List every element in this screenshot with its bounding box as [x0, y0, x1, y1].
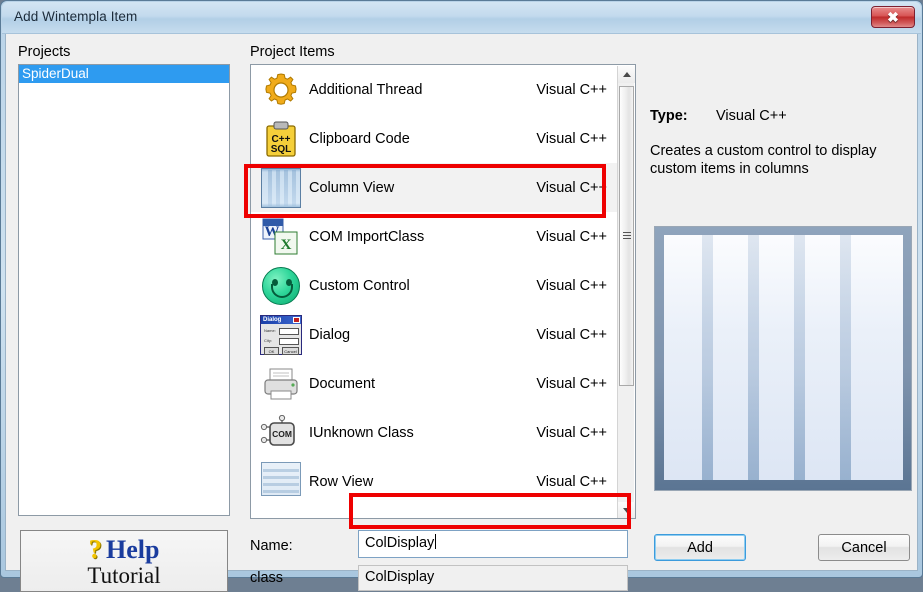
project-items-listbox[interactable]: Additional Thread Visual C++ C++ SQL Cli…: [250, 64, 636, 519]
list-item-type: Visual C++: [536, 81, 607, 98]
list-item-name: Dialog: [309, 326, 351, 343]
scroll-up-arrow-icon[interactable]: [618, 66, 635, 83]
list-item-type: Visual C++: [536, 424, 607, 441]
help-heading: ? Help: [88, 533, 160, 564]
dialog-window: Add Wintempla Item ✖ Projects SpiderDual…: [0, 0, 923, 592]
tutorial-label: Tutorial: [87, 562, 161, 588]
list-item[interactable]: W X COM ImportClass Visual C++: [251, 212, 619, 261]
name-input-value: ColDisplay: [365, 535, 435, 551]
list-item-name: Custom Control: [309, 277, 410, 294]
list-item-name: Column View: [309, 179, 395, 196]
name-label: Name:: [250, 538, 293, 554]
list-item-type: Visual C++: [536, 375, 607, 392]
svg-text:COM: COM: [272, 429, 292, 439]
text-caret: [435, 534, 437, 549]
dialog-icon-ok: OK: [264, 346, 279, 355]
class-value-readonly: ColDisplay: [358, 565, 628, 591]
name-input[interactable]: ColDisplay: [358, 530, 628, 558]
projects-label: Projects: [18, 44, 71, 60]
vertical-scrollbar[interactable]: [617, 66, 635, 518]
dialog-icon-cancel: Cancel: [282, 346, 299, 355]
word-excel-icon: W X: [257, 215, 303, 259]
list-item[interactable]: Custom Control Visual C++: [251, 261, 619, 310]
dialog-icon-city-row: City:: [264, 337, 272, 343]
title-bar: Add Wintempla Item ✖: [2, 2, 921, 34]
scrollbar-grip-icon: [623, 232, 631, 240]
list-item[interactable]: COM IUnknown Class Visual C++: [251, 408, 619, 457]
list-item-type: Visual C++: [536, 326, 607, 343]
type-value: Visual C++: [716, 108, 787, 124]
list-item[interactable]: Additional Thread Visual C++: [251, 65, 619, 114]
class-label: class: [250, 570, 284, 586]
gear-icon: [257, 68, 303, 112]
list-item-name: COM ImportClass: [309, 228, 425, 245]
preview-column-view: [664, 235, 903, 480]
com-chip-icon: COM: [257, 411, 303, 455]
list-item-name: Document: [309, 375, 376, 392]
project-item-spiderdual[interactable]: SpiderDual: [19, 65, 229, 83]
add-button[interactable]: Add: [654, 534, 746, 561]
list-item[interactable]: C++ SQL Clipboard Code Visual C++: [251, 114, 619, 163]
list-item[interactable]: Document Visual C++: [251, 359, 619, 408]
clipboard-cpp-sql-icon: C++ SQL: [257, 117, 303, 161]
list-item-name: Row View: [309, 473, 374, 490]
help-tutorial-button[interactable]: ? Help Tutorial: [20, 530, 228, 592]
list-item-column-view[interactable]: Column View Visual C++: [251, 163, 619, 212]
question-mark-icon: ?: [88, 533, 103, 564]
item-description: Creates a custom control to display cust…: [650, 143, 877, 177]
dialog-client-area: Projects SpiderDual ? Help Tutorial Proj…: [5, 34, 918, 592]
list-item-name: Clipboard Code: [309, 130, 410, 147]
list-item-name: Additional Thread: [309, 81, 423, 98]
help-label: Help: [106, 534, 160, 564]
list-item-type: Visual C++: [536, 179, 607, 196]
close-icon: ✖: [887, 8, 899, 25]
dialog-icon-name-row: Name:: [264, 327, 276, 333]
list-item-type: Visual C++: [536, 473, 607, 490]
list-item[interactable]: Dialog Name: City: OK Cancel Dialog Visu…: [251, 310, 619, 359]
projects-listbox[interactable]: SpiderDual: [18, 64, 230, 516]
printer-icon: [257, 362, 303, 406]
svg-text:SQL: SQL: [271, 144, 292, 155]
smiley-icon: [257, 264, 303, 308]
column-view-icon: [257, 166, 303, 210]
type-label: Type:: [650, 108, 688, 124]
window-title: Add Wintempla Item: [14, 9, 138, 24]
preview-panel: [654, 226, 912, 491]
scroll-down-arrow-icon[interactable]: [618, 502, 635, 518]
cancel-button[interactable]: Cancel: [818, 534, 910, 561]
svg-text:X: X: [281, 237, 292, 253]
list-item-type: Visual C++: [536, 277, 607, 294]
list-item-name: IUnknown Class: [309, 424, 414, 441]
project-items-label: Project Items: [250, 44, 335, 60]
dialog-icon: Dialog Name: City: OK Cancel: [257, 313, 303, 357]
row-view-icon: [257, 460, 303, 504]
list-item-type: Visual C++: [536, 228, 607, 245]
list-item-type: Visual C++: [536, 130, 607, 147]
scrollbar-thumb[interactable]: [619, 86, 634, 386]
close-button[interactable]: ✖: [871, 6, 915, 28]
list-item[interactable]: Row View Visual C++: [251, 457, 619, 506]
